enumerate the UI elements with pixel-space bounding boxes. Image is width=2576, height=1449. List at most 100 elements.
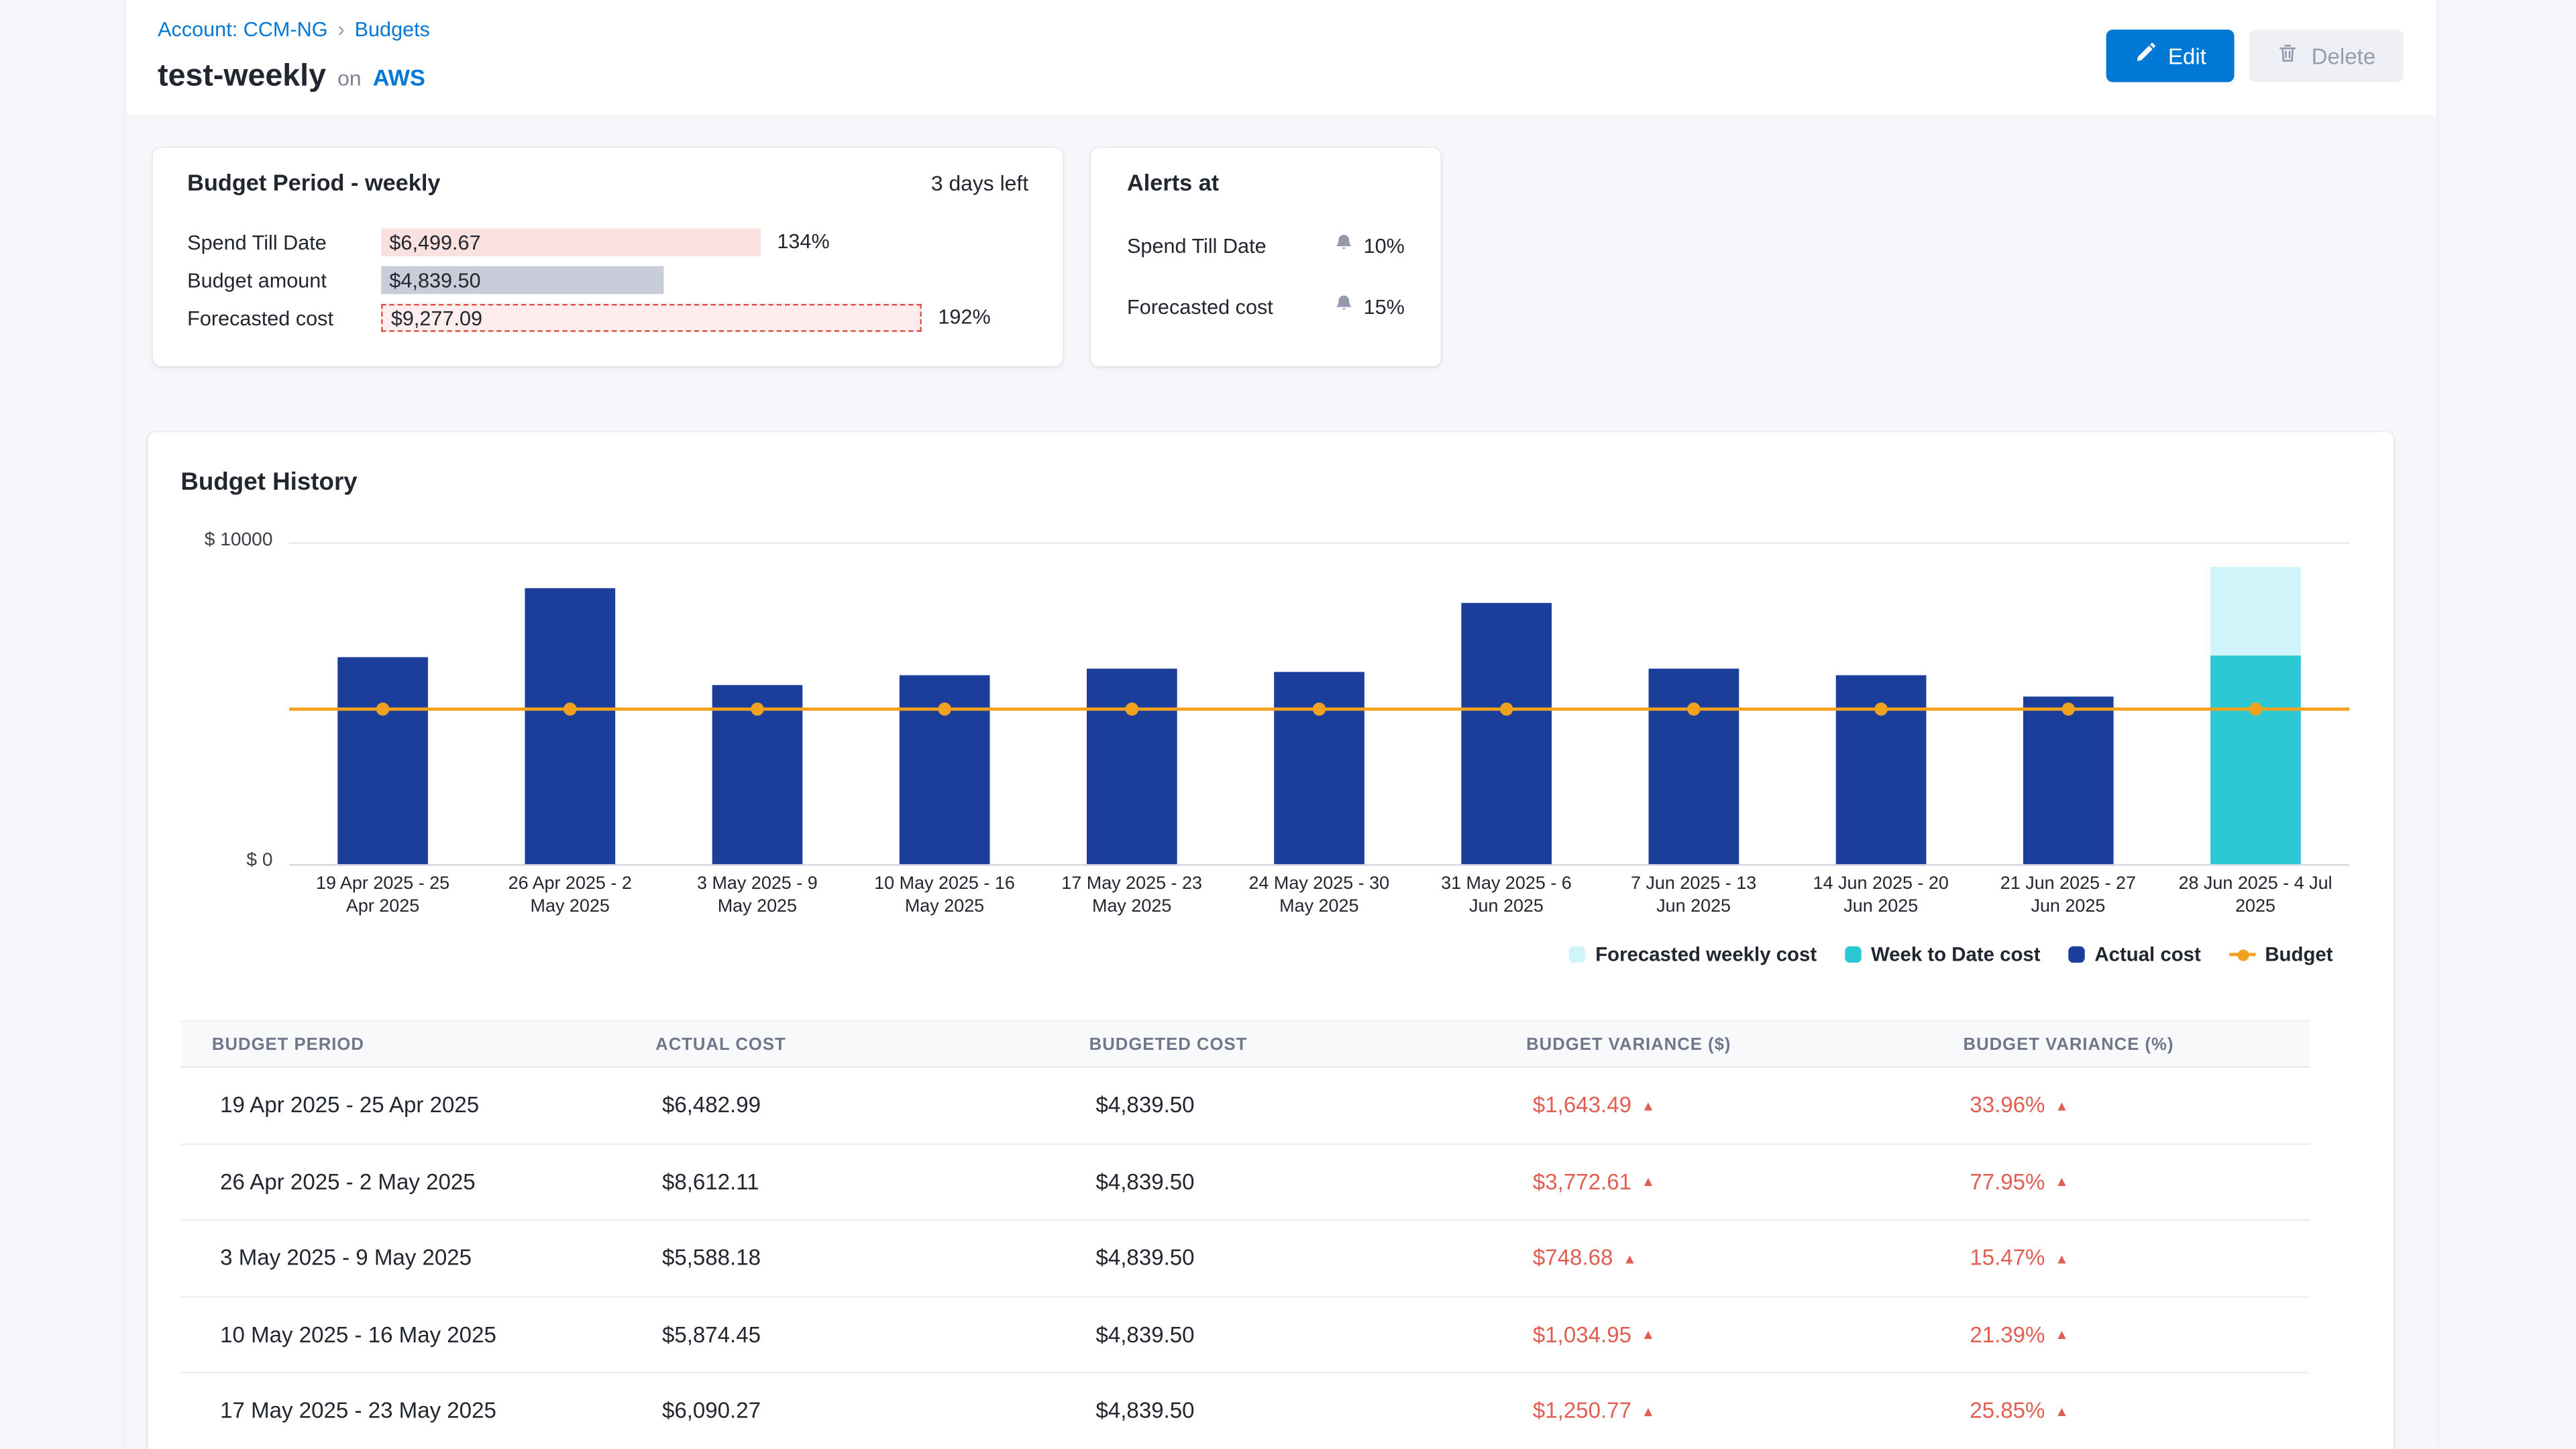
alert-threshold: 15% bbox=[1364, 296, 1405, 319]
x-axis-label: 3 May 2025 - 9 May 2025 bbox=[663, 874, 851, 918]
y-axis-tick-min: $ 0 bbox=[174, 851, 273, 871]
edit-button-label: Edit bbox=[2168, 44, 2206, 68]
x-axis-label: 26 Apr 2025 - 2 May 2025 bbox=[476, 874, 663, 918]
table-header-cell: BUDGET VARIANCE ($) bbox=[1519, 1034, 1956, 1054]
cell-budget-variance-usd: $1,250.77▲ bbox=[1519, 1399, 1956, 1424]
cell-budget-period: 3 May 2025 - 9 May 2025 bbox=[180, 1246, 649, 1271]
alert-threshold: 10% bbox=[1364, 235, 1405, 258]
breadcrumb-budgets-link[interactable]: Budgets bbox=[355, 17, 430, 40]
trend-up-icon: ▲ bbox=[1642, 1403, 1656, 1419]
cell-budgeted-cost: $4,839.50 bbox=[1083, 1322, 1519, 1347]
cell-budgeted-cost: $4,839.50 bbox=[1083, 1093, 1519, 1118]
trend-up-icon: ▲ bbox=[2055, 1326, 2069, 1342]
days-left-label: 3 days left bbox=[931, 170, 1028, 195]
page-header: Account: CCM-NG › Budgets test-weekly on… bbox=[127, 0, 2436, 115]
cell-actual-cost: $6,482.99 bbox=[649, 1093, 1083, 1118]
cloud-provider-label: AWS bbox=[373, 64, 425, 91]
alert-rows: Spend Till Date 10% Forecasted cost 15% bbox=[1091, 230, 1441, 352]
page-title: test-weekly bbox=[158, 59, 326, 95]
budget-row-value: $9,277.09 bbox=[391, 307, 482, 329]
budget-row-track: $9,277.09192% bbox=[381, 304, 1063, 332]
budget-period-rows: Spend Till Date $6,499.67 134% Budget amoun… bbox=[153, 228, 1063, 341]
cell-budget-variance-pct: 33.96%▲ bbox=[1957, 1093, 2310, 1118]
trend-up-icon: ▲ bbox=[2055, 1097, 2069, 1113]
legend-item-week-to-date-cost[interactable]: Week to Date cost bbox=[1845, 943, 2041, 966]
legend-label: Forecasted weekly cost bbox=[1595, 943, 1817, 966]
trend-up-icon: ▲ bbox=[2055, 1173, 2069, 1189]
budget-row-bar: $9,277.09 bbox=[381, 304, 922, 332]
table-row: 26 Apr 2025 - 2 May 2025$8,612.11$4,839.… bbox=[180, 1144, 2310, 1221]
budget-row-value: $6,499.67 bbox=[389, 231, 480, 254]
cell-budget-period: 26 Apr 2025 - 2 May 2025 bbox=[180, 1169, 649, 1194]
cell-actual-cost: $5,588.18 bbox=[649, 1246, 1083, 1271]
table-row: 10 May 2025 - 16 May 2025$5,874.45$4,839… bbox=[180, 1297, 2310, 1373]
bell-icon bbox=[1334, 231, 1353, 261]
trend-up-icon: ▲ bbox=[1642, 1097, 1656, 1113]
table-row: 3 May 2025 - 9 May 2025$5,588.18$4,839.5… bbox=[180, 1221, 2310, 1297]
x-axis-label: 21 Jun 2025 - 27 Jun 2025 bbox=[1974, 874, 2161, 918]
title-on-label: on bbox=[337, 66, 361, 91]
table-body: 19 Apr 2025 - 25 Apr 2025$6,482.99$4,839… bbox=[180, 1068, 2310, 1449]
page-content: Budget Period - weekly 3 days left Spend… bbox=[127, 115, 2436, 1449]
trend-up-icon: ▲ bbox=[2055, 1403, 2069, 1419]
legend-item-actual-cost[interactable]: Actual cost bbox=[2068, 943, 2201, 966]
table-row: 17 May 2025 - 23 May 2025$6,090.27$4,839… bbox=[180, 1373, 2310, 1449]
budget-detail-page: Account: CCM-NG › Budgets test-weekly on… bbox=[127, 0, 2436, 1449]
trend-up-icon: ▲ bbox=[1623, 1250, 1637, 1266]
budget-row-label: Spend Till Date bbox=[153, 231, 381, 254]
legend-swatch-icon bbox=[1845, 947, 1861, 963]
delete-button-label: Delete bbox=[2312, 44, 2376, 68]
cell-budget-variance-usd: $1,643.49▲ bbox=[1519, 1093, 1956, 1118]
budget-line-swatch-icon bbox=[2229, 953, 2255, 956]
budget-row-track: $4,839.50 bbox=[381, 266, 1063, 294]
budget-period-row: Forecasted cost$9,277.09192% bbox=[153, 304, 1063, 332]
table-header-row: BUDGET PERIODACTUAL COSTBUDGETED COSTBUD… bbox=[180, 1020, 2310, 1068]
pencil-icon bbox=[2133, 43, 2155, 69]
alert-row-label: Spend Till Date bbox=[1127, 235, 1334, 258]
legend-item-budget[interactable]: Budget bbox=[2229, 943, 2332, 966]
trend-up-icon: ▲ bbox=[2055, 1250, 2069, 1266]
cell-actual-cost: $6,090.27 bbox=[649, 1399, 1083, 1424]
alert-row-label: Forecasted cost bbox=[1127, 296, 1334, 319]
budget-period-row: Spend Till Date $6,499.67 134% bbox=[153, 228, 1063, 256]
cell-budgeted-cost: $4,839.50 bbox=[1083, 1399, 1519, 1424]
legend-label: Actual cost bbox=[2094, 943, 2200, 966]
cell-budget-variance-usd: $748.68▲ bbox=[1519, 1246, 1956, 1271]
breadcrumb-account-link[interactable]: Account: CCM-NG bbox=[158, 17, 327, 40]
budget-period-header: Budget Period - weekly 3 days left bbox=[187, 169, 1028, 195]
legend-item-forecasted-weekly-cost[interactable]: Forecasted weekly cost bbox=[1569, 943, 1817, 966]
cell-budget-variance-pct: 15.47%▲ bbox=[1957, 1246, 2310, 1271]
budget-history-title: Budget History bbox=[180, 468, 357, 496]
budget-row-value: $4,839.50 bbox=[389, 268, 480, 291]
y-axis-tick-max: $ 10000 bbox=[174, 531, 273, 550]
cell-budget-variance-pct: 21.39%▲ bbox=[1957, 1322, 2310, 1347]
alert-row: Spend Till Date 10% bbox=[1091, 230, 1441, 263]
table-row: 19 Apr 2025 - 25 Apr 2025$6,482.99$4,839… bbox=[180, 1068, 2310, 1144]
cell-actual-cost: $8,612.11 bbox=[649, 1169, 1083, 1194]
breadcrumb: Account: CCM-NG › Budgets bbox=[158, 16, 430, 41]
budget-row-percent: 134% bbox=[777, 230, 829, 253]
x-axis-label: 7 Jun 2025 - 13 Jun 2025 bbox=[1600, 874, 1787, 918]
table-header-cell: ACTUAL COST bbox=[649, 1034, 1083, 1054]
cell-budgeted-cost: $4,839.50 bbox=[1083, 1169, 1519, 1194]
x-axis-label: 24 May 2025 - 30 May 2025 bbox=[1226, 874, 1413, 918]
table-header-cell: BUDGET PERIOD bbox=[180, 1034, 649, 1054]
budget-period-row: Budget amount $4,839.50 bbox=[153, 266, 1063, 294]
alerts-card: Alerts at Spend Till Date10%Forecasted c… bbox=[1091, 148, 1441, 366]
x-axis-label: 10 May 2025 - 16 May 2025 bbox=[851, 874, 1038, 918]
delete-button[interactable]: Delete bbox=[2249, 30, 2404, 82]
x-axis-labels: 19 Apr 2025 - 25 Apr 202526 Apr 2025 - 2… bbox=[289, 874, 2349, 918]
table-header-cell: BUDGETED COST bbox=[1083, 1034, 1519, 1054]
budget-row-label: Budget amount bbox=[153, 268, 381, 291]
cell-budget-variance-pct: 25.85%▲ bbox=[1957, 1399, 2310, 1424]
budget-row-label: Forecasted cost bbox=[153, 307, 381, 329]
x-axis-label: 14 Jun 2025 - 20 Jun 2025 bbox=[1787, 874, 1974, 918]
cell-budget-variance-pct: 77.95%▲ bbox=[1957, 1169, 2310, 1194]
budget-row-bar: $4,839.50 bbox=[381, 266, 663, 294]
trend-up-icon: ▲ bbox=[1642, 1173, 1656, 1189]
legend-swatch-icon bbox=[2068, 947, 2084, 963]
edit-button[interactable]: Edit bbox=[2106, 30, 2235, 82]
app-root: Account: CCM-NG › Budgets test-weekly on… bbox=[0, 0, 2576, 1449]
alert-row: Forecasted cost 15% bbox=[1091, 290, 1441, 323]
cell-budget-variance-usd: $1,034.95▲ bbox=[1519, 1322, 1956, 1347]
